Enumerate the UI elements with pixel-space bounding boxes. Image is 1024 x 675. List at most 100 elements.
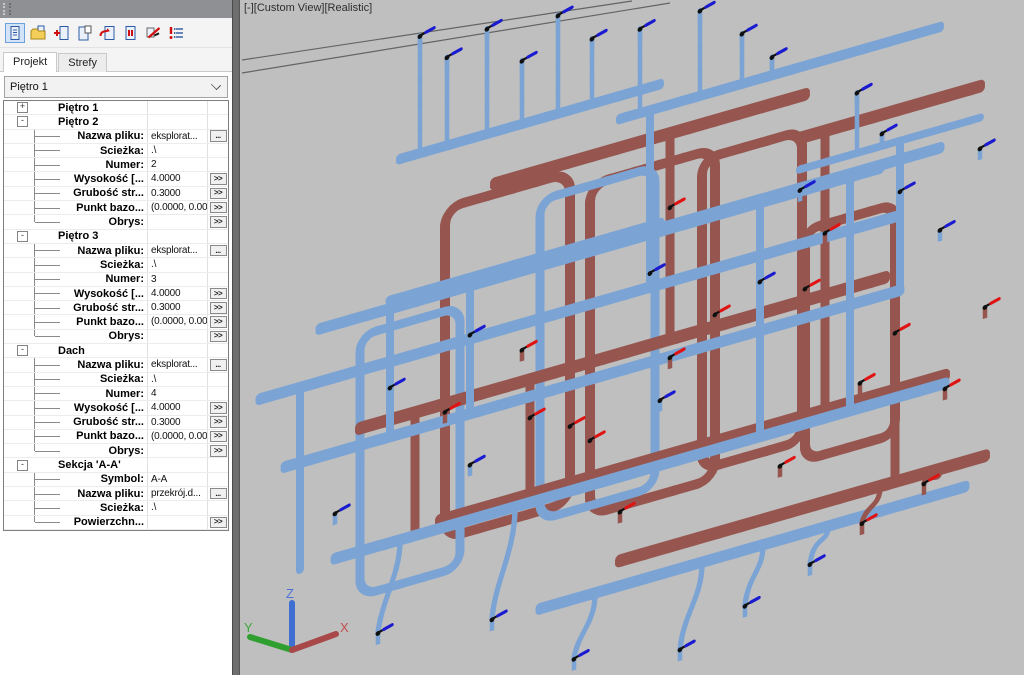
row-value: .\	[151, 145, 156, 156]
row-action-button[interactable]: >>	[210, 188, 227, 200]
row-label: Scieżka:	[100, 258, 147, 271]
tree-row[interactable]: Grubość str... 0.3000 >>	[4, 416, 228, 430]
open-project-icon[interactable]	[28, 23, 48, 43]
tree-row[interactable]: Punkt bazo... (0.0000, 0.00 >>	[4, 315, 228, 329]
tree-row[interactable]: Wysokość [... 4.0000 >>	[4, 401, 228, 415]
row-value: 0.3000	[151, 188, 180, 199]
row-action-button[interactable]: ...	[210, 245, 227, 257]
row-label: Piętro 2	[58, 115, 98, 128]
row-action-button[interactable]: >>	[210, 445, 227, 457]
row-action-button[interactable]: >>	[210, 331, 227, 343]
tree-expander[interactable]: -	[17, 460, 28, 471]
row-action-button[interactable]: >>	[210, 302, 227, 314]
row-label: Piętro 3	[58, 230, 98, 243]
ucs-axis-icon: Z Y X	[244, 586, 349, 650]
row-action-button[interactable]: >>	[210, 431, 227, 443]
row-action-button[interactable]: >>	[210, 288, 227, 300]
tree-row[interactable]: Wysokość [... 4.0000 >>	[4, 287, 228, 301]
row-value: .\	[151, 502, 156, 513]
tree-row[interactable]: Punkt bazo... (0.0000, 0.00 >>	[4, 201, 228, 215]
row-action-button[interactable]: >>	[210, 216, 227, 228]
tree-row[interactable]: Obrys: >>	[4, 444, 228, 458]
tab-strefy[interactable]: Strefy	[58, 53, 107, 72]
3d-viewport-canvas[interactable]: Z Y X	[240, 0, 1024, 675]
row-action-button[interactable]: >>	[210, 202, 227, 214]
tree-row[interactable]: Numer: 3	[4, 273, 228, 287]
tree-row[interactable]: - Sekcja 'A-A'	[4, 458, 228, 472]
tree-row[interactable]: Scieżka: .\	[4, 501, 228, 515]
tree-row[interactable]: Scieżka: .\	[4, 373, 228, 387]
tree-row[interactable]: Symbol: A-A	[4, 473, 228, 487]
tree-expander[interactable]: -	[17, 345, 28, 356]
tree-row[interactable]: Wysokość [... 4.0000 >>	[4, 172, 228, 186]
tree-row[interactable]: Punkt bazo... (0.0000, 0.00 >>	[4, 430, 228, 444]
tree-row[interactable]: Obrys: >>	[4, 215, 228, 229]
revert-floor-icon[interactable]	[97, 23, 117, 43]
tree-row[interactable]: + Piętro 1	[4, 101, 228, 115]
row-value: 0.3000	[151, 302, 180, 313]
tree-line	[34, 401, 61, 414]
row-value: .\	[151, 259, 156, 270]
panel-title-bar[interactable]	[0, 0, 232, 18]
tree-row[interactable]: Obrys: >>	[4, 330, 228, 344]
row-action-button[interactable]: >>	[210, 316, 227, 328]
row-label: Numer:	[105, 273, 147, 286]
tree-row[interactable]: - Piętro 2	[4, 115, 228, 129]
panel-grip[interactable]	[3, 3, 11, 15]
copy-floor-icon[interactable]	[74, 23, 94, 43]
tree-expander[interactable]: -	[17, 231, 28, 242]
panel-tabs: Projekt Strefy	[0, 48, 232, 72]
tree-line	[34, 473, 61, 486]
tree-table: + Piętro 1 - Piętro 2 Nazwa pliku: ekspl…	[3, 100, 229, 531]
viewport-controls-label[interactable]: [-][Custom View][Realistic]	[244, 2, 372, 14]
row-action-button[interactable]: ...	[210, 359, 227, 371]
tree-row[interactable]: Scieżka: .\	[4, 144, 228, 158]
tree-line	[34, 444, 61, 451]
row-label: Obrys:	[109, 444, 147, 457]
tree-row[interactable]: Powierzchn... >>	[4, 516, 228, 530]
row-label: Scieżka:	[100, 373, 147, 386]
project-document-icon[interactable]	[5, 23, 25, 43]
row-label: Punkt bazo...	[76, 315, 147, 328]
row-value: 4.0000	[151, 288, 180, 299]
row-label: Grubość str...	[73, 416, 147, 429]
tree-row[interactable]: Nazwa pliku: eksplorat... ...	[4, 244, 228, 258]
tree-row[interactable]: Nazwa pliku: eksplorat... ...	[4, 130, 228, 144]
row-action-button[interactable]: ...	[210, 488, 227, 500]
tree-row[interactable]: Nazwa pliku: przekrój.d... ...	[4, 487, 228, 501]
row-action-button[interactable]: >>	[210, 173, 227, 185]
verify-project-icon[interactable]	[143, 23, 163, 43]
tree-row[interactable]: Grubość str... 0.3000 >>	[4, 187, 228, 201]
row-label: Nazwa pliku:	[77, 130, 147, 143]
axis-x-label: X	[340, 620, 349, 635]
tree-row[interactable]: Grubość str... 0.3000 >>	[4, 301, 228, 315]
tree-row[interactable]: - Piętro 3	[4, 230, 228, 244]
tree-row[interactable]: - Dach	[4, 344, 228, 358]
tree-expander[interactable]: +	[17, 102, 28, 113]
error-list-icon[interactable]	[166, 23, 186, 43]
tree-line	[34, 215, 61, 222]
tree-line	[34, 315, 61, 328]
tree-row[interactable]: Numer: 4	[4, 387, 228, 401]
tree-row[interactable]: Numer: 2	[4, 158, 228, 172]
row-value: przekrój.d...	[151, 488, 201, 499]
row-label: Punkt bazo...	[76, 201, 147, 214]
row-label: Wysokość [...	[74, 287, 147, 300]
row-action-button[interactable]: >>	[210, 402, 227, 414]
level-selector-dropdown[interactable]: Piętro 1	[4, 76, 228, 98]
floor-properties-icon[interactable]	[120, 23, 140, 43]
tree-row[interactable]: Nazwa pliku: eksplorat... ...	[4, 358, 228, 372]
row-label: Obrys:	[109, 215, 147, 228]
row-action-button[interactable]: >>	[210, 416, 227, 428]
tree-line	[34, 287, 61, 300]
tree-expander[interactable]: -	[17, 116, 28, 127]
row-action-button[interactable]: ...	[210, 130, 227, 142]
row-action-button[interactable]: >>	[210, 517, 227, 529]
tab-projekt[interactable]: Projekt	[3, 52, 57, 72]
tree-row[interactable]: Scieżka: .\	[4, 258, 228, 272]
panel-splitter[interactable]	[232, 0, 240, 675]
project-toolbar	[0, 18, 232, 48]
3d-viewport[interactable]: [-][Custom View][Realistic]	[240, 0, 1024, 675]
tree-line	[34, 430, 61, 443]
add-floor-icon[interactable]	[51, 23, 71, 43]
